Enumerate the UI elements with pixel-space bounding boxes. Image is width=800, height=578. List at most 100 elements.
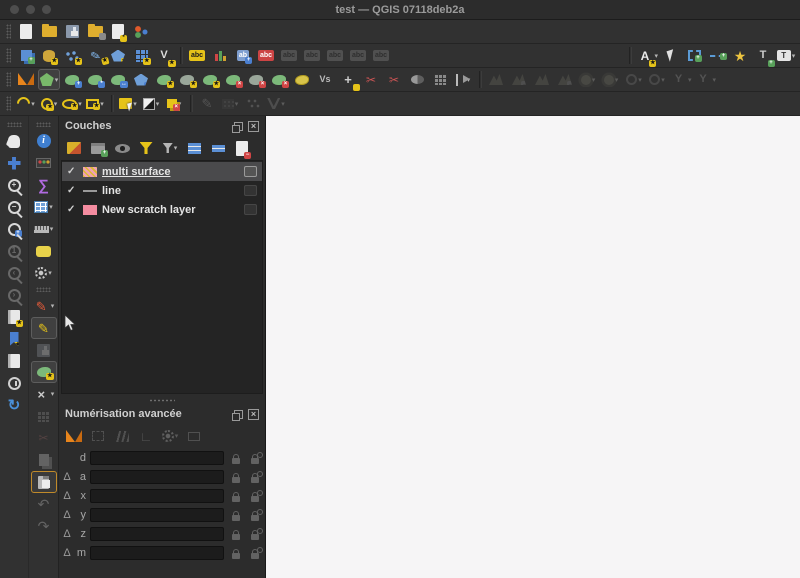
map-tips-button[interactable] [31,240,57,262]
move-label-button[interactable]: ab + [232,45,254,66]
close-window-button[interactable] [10,5,19,14]
pan-to-selection-button[interactable]: ★ [1,152,27,174]
polygon-annotation-button[interactable]: + [683,45,705,66]
title-bar[interactable]: test — QGIS 07118deb2a [0,0,800,20]
fill-ring-button[interactable]: × [222,69,244,90]
pan-map-button[interactable] [1,130,27,152]
change-label-button[interactable]: abc [255,45,277,66]
new-geopackage-layer-button[interactable]: + [15,45,37,66]
current-edits-dropdown-icon[interactable]: ▾ [51,302,55,310]
measure-line-dropdown-icon[interactable]: ▾ [50,225,54,233]
delete-ring-button[interactable]: × [245,69,267,90]
zoom-out-button[interactable]: − [1,196,27,218]
add-ring-button[interactable]: ★ [176,69,198,90]
toolbar-handle[interactable] [6,72,11,87]
advanced-digitizing-tools-button[interactable] [15,69,37,90]
rotate-point-symbols-button[interactable]: ▾ [452,69,474,90]
draw-ellipse-dropdown-icon[interactable]: ▾ [78,100,82,108]
reindex-mesh-dropdown-icon[interactable]: ▾ [638,76,642,84]
merge-mesh-faces-dropdown-icon[interactable]: ▾ [713,76,717,84]
draw-rectangle-dropdown-icon[interactable]: ▾ [100,100,104,108]
digitize-spline-dropdown-icon[interactable]: ▾ [281,100,285,108]
identify-features-button[interactable]: i [31,130,57,152]
map-canvas[interactable] [266,116,800,578]
vertex-tool-button[interactable]: × ▾ [31,383,57,405]
new-mesh-layer-button[interactable]: ★ [130,45,152,66]
delete-part-button[interactable]: × [268,69,290,90]
layer-visibility-checkbox[interactable]: ✓ [67,185,78,196]
manage-map-themes-button[interactable] [111,138,133,159]
float-panel-icon[interactable] [232,121,243,133]
project-properties-button[interactable]: * [107,21,129,42]
reshape-features-button[interactable] [291,69,313,90]
main-annotation-layer-button[interactable]: A ★ ▾ [635,45,659,67]
shape-digitizing-button[interactable]: ▾ [38,69,60,90]
open-project-button[interactable] [38,21,60,42]
zoom-to-selection-button[interactable]: + [1,218,27,240]
select-features-button[interactable]: ▾ [117,93,139,114]
move-feature-button[interactable]: + [61,69,83,90]
layer-row[interactable]: ✓ multi surface [62,162,262,181]
statistical-summary-button[interactable]: ∑ [31,174,57,196]
toolbar-handle[interactable] [6,122,22,127]
layer-actions-button[interactable]: ▾ [31,262,57,284]
smooth-mesh-dropdown-icon[interactable]: ▾ [615,76,619,84]
copy-move-feature-button[interactable]: * [84,69,106,90]
new-scratch-layer-button[interactable]: ★ [107,45,129,66]
new-spatialite-layer-button[interactable]: ★ [38,45,60,66]
layer-actions-dropdown-icon[interactable]: ▾ [48,269,52,277]
force-by-selected-geometries-dropdown-icon[interactable]: ▾ [592,76,596,84]
merge-feature-attributes-button[interactable] [429,69,451,90]
open-attribute-table-button[interactable]: ▾ [31,196,57,218]
current-edits-button[interactable]: ✎ ▾ [31,295,57,317]
save-project-as-button[interactable] [84,21,106,42]
open-attribute-table-dropdown-icon[interactable]: ▾ [49,203,53,211]
panel-splitter[interactable] [59,396,265,404]
close-panel-icon[interactable]: × [248,120,259,132]
toolbar-handle[interactable] [36,122,51,127]
close-panel-icon[interactable]: × [248,408,259,420]
text-annotation-bubble-dropdown-icon[interactable]: ▾ [792,52,796,60]
text-annotation-bubble-button[interactable]: T ▾ [775,45,797,66]
open-layer-styling-button[interactable] [63,138,85,159]
toolbar-handle[interactable] [36,287,51,292]
layer-diagram-button[interactable] [209,45,231,66]
new-virtual-layer-button[interactable]: V ★ [153,45,176,67]
text-annotation-button[interactable]: T + [752,45,775,67]
vertex-tool-dropdown-icon[interactable]: ▾ [51,390,55,398]
scale-feature-button[interactable]: + [130,69,152,90]
select-by-form-button[interactable]: ▾ [140,93,162,114]
filter-by-expression-dropdown-icon[interactable]: ▾ [174,144,178,152]
offset-curve-button[interactable]: Vs [314,69,336,90]
remove-layer-button[interactable]: − [231,138,253,159]
draw-circle-button[interactable]: ★ ▾ [38,93,60,114]
draw-circle-dropdown-icon[interactable]: ▾ [54,100,58,108]
simplify-feature-button[interactable]: ★ [153,69,175,90]
add-part-button[interactable]: ★ [199,69,221,90]
layer-visibility-checkbox[interactable]: ✓ [67,204,78,215]
rotate-feature-button[interactable]: ↔ [107,69,129,90]
filter-legend-button[interactable] [135,138,157,159]
split-mesh-faces-dropdown-icon[interactable]: ▾ [688,76,692,84]
enable-advanced-digitizing-button[interactable] [63,426,85,447]
bookmark-manager-button[interactable] [1,350,27,372]
digitizing-settings-dropdown-icon[interactable]: ▾ [175,432,179,440]
run-feature-action-button[interactable] [31,152,57,174]
refresh-map-button[interactable]: ↻ [1,394,27,416]
refine-mesh-dropdown-icon[interactable]: ▾ [661,76,665,84]
split-parts-button[interactable]: ✂ [383,69,405,90]
collapse-all-button[interactable] [207,138,229,159]
layer-row[interactable]: ✓ New scratch layer [62,200,262,219]
new-shapefile-layer-button[interactable]: ✎ ★ [84,45,110,66]
draw-ellipse-button[interactable]: ★ ▾ [61,93,83,114]
merge-features-button[interactable] [406,69,428,90]
main-annotation-layer-dropdown-icon[interactable]: ▾ [654,52,658,60]
minimize-window-button[interactable] [26,5,35,14]
draw-circular-string-dropdown-icon[interactable]: ▾ [31,100,35,108]
new-project-button[interactable] [15,21,37,42]
shape-digitizing-dropdown-icon[interactable]: ▾ [55,76,59,84]
new-point-cloud-layer-button[interactable]: ★ [61,45,83,66]
layer-visibility-checkbox[interactable]: ✓ [67,166,78,177]
add-polygon-feature-button[interactable]: ★ [30,361,57,383]
maximize-window-button[interactable] [42,5,51,14]
